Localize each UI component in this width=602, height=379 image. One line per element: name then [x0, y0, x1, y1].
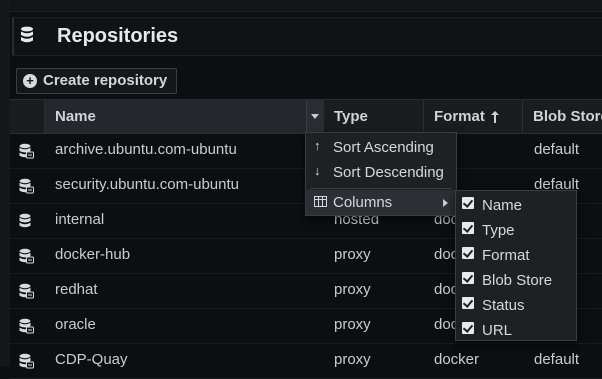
columns-submenu: Name Type Format Blob Store Status URL	[455, 190, 577, 341]
column-context-menu: ↑ Sort Ascending ↓ Sort Descending Colum…	[305, 132, 457, 216]
top-strip	[0, 0, 602, 12]
database-icon	[21, 26, 33, 43]
repository-type: proxy	[334, 246, 371, 263]
arrow-down-icon: ↓	[314, 163, 321, 178]
proxy-repo-icon	[18, 283, 34, 299]
column-toggle-blob-store[interactable]: Blob Store	[456, 267, 576, 292]
column-toggle-format[interactable]: Format	[456, 242, 576, 267]
column-header-format[interactable]: Format	[424, 100, 523, 133]
repository-name: CDP-Quay	[55, 351, 128, 368]
left-edge-bar	[0, 0, 10, 366]
hosted-repo-icon	[18, 213, 34, 229]
proxy-repo-icon	[18, 178, 34, 194]
menu-sort-ascending[interactable]: ↑ Sort Ascending	[306, 135, 456, 160]
columns-icon	[314, 196, 327, 207]
menu-columns[interactable]: Columns	[306, 190, 456, 215]
icon-column-header	[10, 100, 45, 133]
proxy-repo-icon	[18, 248, 34, 264]
repository-name: redhat	[55, 281, 98, 298]
checkbox-checked-icon[interactable]	[462, 322, 474, 334]
create-repository-label: Create repository	[43, 72, 168, 89]
page-title: Repositories	[57, 25, 179, 47]
column-header-type[interactable]: Type	[324, 100, 424, 133]
checkbox-checked-icon[interactable]	[462, 222, 474, 234]
checkbox-checked-icon[interactable]	[462, 197, 474, 209]
column-header-blob-store[interactable]: Blob Store	[523, 100, 602, 133]
menu-separator	[310, 188, 452, 189]
sort-ascending-arrow-icon	[491, 111, 499, 123]
repository-name: docker-hub	[55, 246, 131, 263]
column-menu-trigger[interactable]	[306, 100, 324, 133]
repository-name: security.ubuntu.com-ubuntu	[55, 176, 239, 193]
menu-sort-descending[interactable]: ↓ Sort Descending	[306, 160, 456, 185]
column-toggle-type[interactable]: Type	[456, 217, 576, 242]
column-header-name[interactable]: Name	[45, 100, 324, 133]
proxy-repo-icon	[18, 143, 34, 159]
repository-format: docker	[434, 351, 480, 368]
repository-type: proxy	[334, 281, 371, 298]
repository-type: proxy	[334, 351, 371, 368]
arrow-up-icon: ↑	[314, 138, 321, 153]
checkbox-checked-icon[interactable]	[462, 272, 474, 284]
proxy-repo-icon	[18, 353, 34, 369]
column-toggle-status[interactable]: Status	[456, 292, 576, 317]
header-accent	[12, 18, 14, 55]
checkbox-checked-icon[interactable]	[462, 247, 474, 259]
repository-type: proxy	[334, 316, 371, 333]
column-toggle-url[interactable]: URL	[456, 317, 576, 342]
column-toggle-name[interactable]: Name	[456, 192, 576, 217]
repository-name: oracle	[55, 316, 96, 333]
table-row[interactable]: CDP-Quay proxy docker default	[10, 343, 602, 379]
submenu-arrow-icon	[443, 199, 448, 207]
repository-name: internal	[55, 211, 105, 228]
proxy-repo-icon	[18, 318, 34, 334]
repository-blob-store: default	[534, 141, 580, 158]
page-header: Repositories	[12, 17, 602, 56]
repository-name: archive.ubuntu.com-ubuntu	[55, 141, 237, 158]
grid-header: Name Type Format Blob Store	[10, 99, 602, 134]
repository-blob-store: default	[534, 351, 580, 368]
plus-icon: +	[23, 74, 37, 88]
create-repository-button[interactable]: + Create repository	[16, 68, 177, 94]
checkbox-checked-icon[interactable]	[462, 297, 474, 309]
